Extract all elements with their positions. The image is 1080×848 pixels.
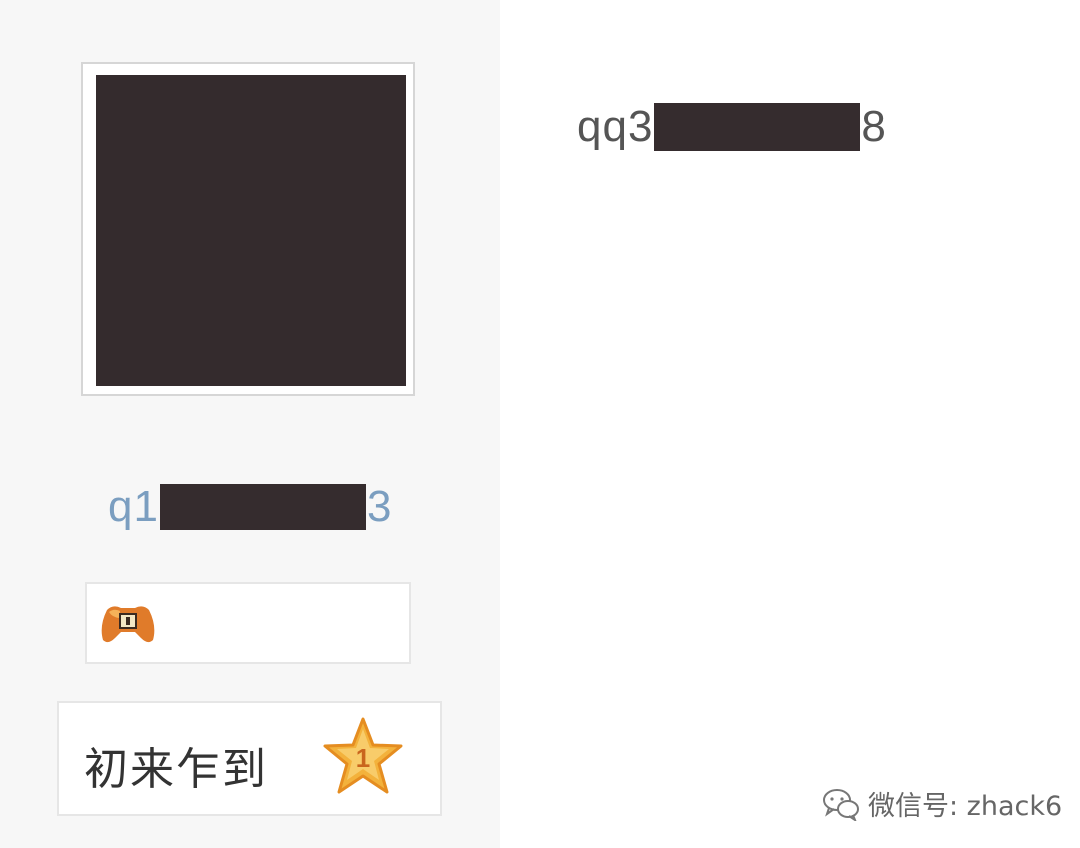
- redaction-bar: [654, 103, 861, 151]
- watermark-text: 微信号: zhack6: [868, 791, 1063, 822]
- avatar-frame[interactable]: [81, 62, 415, 396]
- medal-box: [85, 582, 411, 664]
- avatar[interactable]: [96, 75, 406, 386]
- profile-sidebar: q1 3 初来乍到 1: [0, 0, 500, 848]
- rank-label: 初来乍到: [84, 744, 268, 795]
- sidebar-username-link[interactable]: q1 3: [108, 480, 392, 534]
- watermark: 微信号: zhack6: [822, 784, 1062, 823]
- profile-name-prefix: qq3: [577, 102, 654, 151]
- rank-level: 1: [356, 743, 370, 773]
- redaction-bar: [159, 484, 366, 530]
- username-suffix: 3: [366, 482, 393, 531]
- gamepad-icon[interactable]: [99, 600, 157, 646]
- profile-name: qq3 8: [577, 102, 887, 152]
- username-prefix: q1: [108, 482, 159, 531]
- wechat-icon: [823, 788, 859, 821]
- rank-badge: 初来乍到 1: [57, 701, 442, 816]
- profile-name-suffix: 8: [861, 102, 887, 151]
- star-icon: 1: [323, 717, 403, 794]
